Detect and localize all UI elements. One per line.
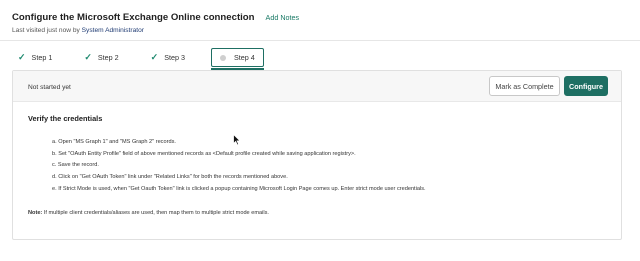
tab-step-2[interactable]: ✓ Step 2 bbox=[78, 48, 124, 67]
step-tabs: ✓ Step 1 ✓ Step 2 ✓ Step 3 Step 4 bbox=[12, 48, 284, 70]
instruction-item: d. Click on "Get OAuth Token" link under… bbox=[52, 174, 288, 181]
status-text: Not started yet bbox=[28, 84, 71, 91]
note-text: If multiple client credentials/aliases a… bbox=[42, 210, 269, 216]
note: Note: If multiple client credentials/ali… bbox=[28, 210, 269, 216]
note-label: Note: bbox=[28, 210, 43, 216]
tab-step-4[interactable]: Step 4 bbox=[210, 48, 264, 70]
step-content-card: Not started yet Mark as Complete Configu… bbox=[12, 70, 622, 240]
add-notes-link[interactable]: Add Notes bbox=[266, 13, 300, 22]
step-label: Step 2 bbox=[97, 53, 119, 62]
title-row: Configure the Microsoft Exchange Online … bbox=[12, 12, 628, 23]
checkmark-icon: ✓ bbox=[18, 52, 26, 62]
last-visited-info: Last visited just now by System Administ… bbox=[12, 27, 628, 34]
section-title: Verify the credentials bbox=[28, 114, 103, 123]
status-bar: Not started yet Mark as Complete Configu… bbox=[13, 71, 621, 102]
instruction-item: c. Save the record. bbox=[52, 162, 99, 169]
checkmark-icon: ✓ bbox=[150, 52, 159, 62]
instruction-item: b. Set "OAuth Entity Profile" field of a… bbox=[52, 150, 356, 157]
status-dot-icon bbox=[219, 54, 226, 61]
step-label: Step 4 bbox=[233, 53, 255, 62]
page-header: Configure the Microsoft Exchange Online … bbox=[12, 12, 628, 34]
instruction-item: e. If Strict Mode is used, when "Get Oau… bbox=[52, 185, 426, 192]
instruction-list: a. Open "MS Graph 1" and "MS Graph 2" re… bbox=[52, 139, 426, 197]
step-label: Step 3 bbox=[164, 53, 185, 62]
header-divider bbox=[0, 40, 640, 41]
step-label: Step 1 bbox=[31, 53, 53, 62]
page-title: Configure the Microsoft Exchange Online … bbox=[12, 12, 255, 23]
checkmark-icon: ✓ bbox=[84, 52, 92, 62]
mark-as-complete-button[interactable]: Mark as Complete bbox=[489, 76, 560, 96]
last-visited-text: Last visited just now by bbox=[12, 27, 80, 34]
last-visited-user[interactable]: System Administrator bbox=[82, 27, 144, 34]
tab-step-3[interactable]: ✓ Step 3 bbox=[145, 48, 191, 67]
tab-step-1[interactable]: ✓ Step 1 bbox=[12, 48, 58, 67]
configure-button[interactable]: Configure bbox=[564, 76, 608, 96]
